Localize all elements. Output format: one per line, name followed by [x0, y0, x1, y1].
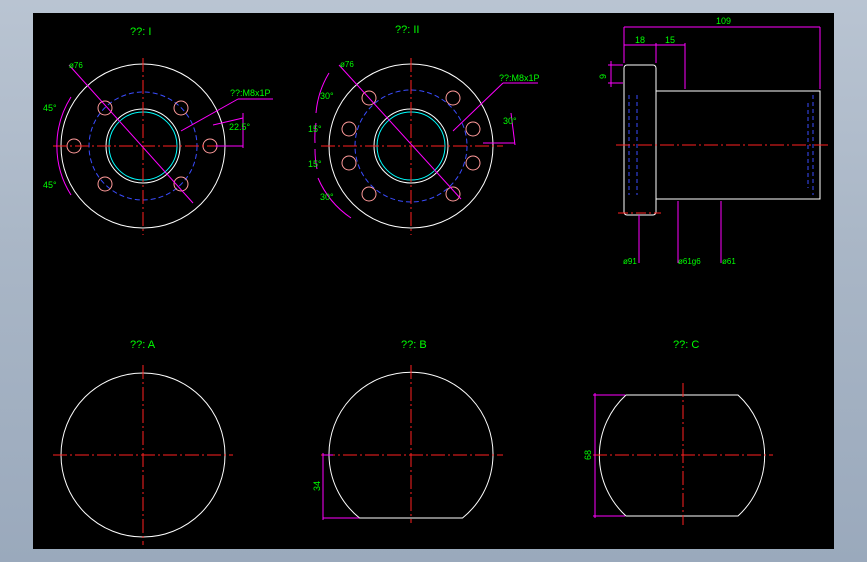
section-c-centerlines [593, 383, 773, 525]
bolt-hole [445, 90, 461, 106]
view-i-thread: ??:M8x1P [230, 88, 271, 98]
side-view-outline [623, 64, 821, 216]
bolt-hole [361, 186, 377, 202]
view-ii-thread: ??:M8x1P [499, 73, 540, 83]
section-a: ??: A [53, 339, 233, 545]
section-c-title: ??: C [673, 339, 699, 351]
side-d1: ø91 [623, 257, 637, 266]
view-i: ??: I ø76 45° 45° ??:M8x1P 22.5° [43, 26, 273, 235]
section-b: ??: B 34 [312, 339, 503, 523]
view-ii-dia: ø76 [340, 60, 354, 69]
section-b-dimensions [322, 453, 359, 520]
bolt-hole [445, 186, 461, 202]
bolt-hole [465, 121, 481, 137]
drawing-svg: ??: I ø76 45° 45° ??:M8x1P 22.5° ??: II … [43, 16, 828, 545]
bolt-hole [341, 121, 357, 137]
view-i-angle-top: 45° [43, 103, 57, 113]
side-total-length: 109 [716, 16, 731, 26]
side-d3: ø61 [722, 257, 736, 266]
view-ii-dimensions [314, 64, 538, 219]
bolt-hole [465, 155, 481, 171]
section-c-width: 68 [583, 450, 593, 460]
side-flange-width: 18 [635, 35, 645, 45]
view-i-title: ??: I [130, 26, 151, 38]
view-ii-angle-a: 30° [320, 91, 334, 101]
section-b-centerlines [321, 365, 503, 523]
bolt-hole [97, 176, 113, 192]
side-d2: ø61g6 [678, 257, 701, 266]
cad-canvas[interactable]: ??: I ø76 45° 45° ??:M8x1P 22.5° ??: II … [33, 13, 834, 549]
section-c: ??: C 68 [583, 339, 773, 525]
view-i-angle-right: 22.5° [229, 122, 251, 132]
drawing-frame: ??: I ø76 45° 45° ??:M8x1P 22.5° ??: II … [0, 0, 867, 562]
view-i-angle-bottom: 45° [43, 180, 57, 190]
view-ii-centerlines [321, 58, 503, 235]
view-ii-angle-b: 15° [308, 124, 322, 134]
side-view: 109 18 15 9 ø91 ø61g6 ø61 [598, 16, 828, 266]
section-a-title: ??: A [130, 339, 156, 351]
view-i-dia: ø76 [69, 61, 83, 70]
side-step: 15 [665, 35, 675, 45]
view-ii-title: ??: II [395, 24, 419, 36]
section-b-title: ??: B [401, 339, 427, 351]
side-flange-thickness: 9 [598, 74, 608, 79]
section-a-centerlines [53, 365, 233, 545]
view-ii-angle-c: 15° [308, 159, 322, 169]
bolt-hole [341, 155, 357, 171]
view-i-dimensions [56, 64, 273, 204]
view-ii-angle-right: 30° [503, 116, 517, 126]
view-ii: ??: II ø76 30° 15° 15° 30° ??:M8x1P 30° [308, 24, 540, 235]
view-i-centerlines [53, 58, 233, 235]
section-b-height: 34 [312, 481, 322, 491]
view-ii-angle-d: 30° [320, 192, 334, 202]
